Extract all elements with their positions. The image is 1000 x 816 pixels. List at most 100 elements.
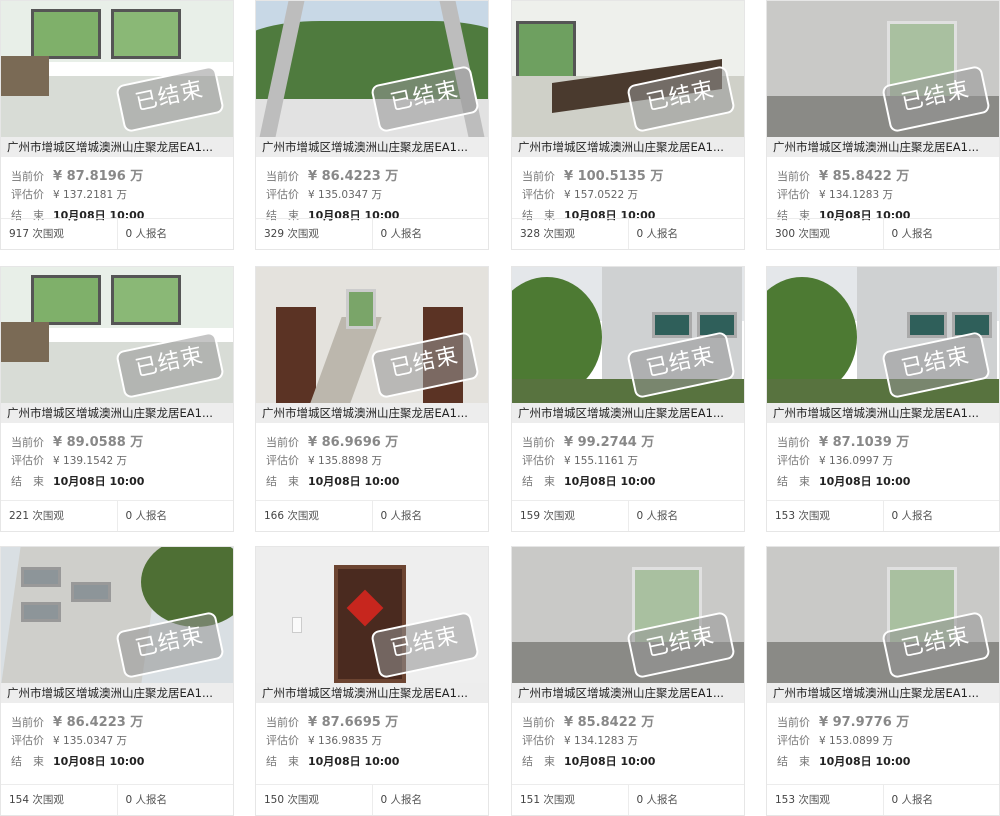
listing-photo[interactable]: 已结束 <box>256 1 488 137</box>
estimate-price: ¥ 139.1542 万 <box>53 455 127 467</box>
signups-count: 0 人报名 <box>882 785 1000 815</box>
listing-title[interactable]: 广州市增城区增城澳洲山庄聚龙居EA1... <box>1 683 233 703</box>
listing-card[interactable]: 已结束 广州市增城区增城澳洲山庄聚龙居EA1... 当前价 ¥ 100.5135 万评… <box>511 0 745 250</box>
current-price: ¥ 86.9696 万 <box>308 435 399 450</box>
listing-card[interactable]: 已结束 广州市增城区增城澳洲山庄聚龙居EA1... 当前价 ¥ 85.8422 万评估… <box>766 0 1000 250</box>
listing-card[interactable]: 已结束 广州市增城区增城澳洲山庄聚龙居EA1... 当前价 ¥ 86.4223 万评估… <box>0 546 234 816</box>
current-price: ¥ 87.1039 万 <box>819 435 910 450</box>
current-price: ¥ 86.4223 万 <box>53 715 144 730</box>
listing-photo[interactable]: 已结束 <box>1 547 233 683</box>
listing-card[interactable]: 已结束 广州市增城区增城澳洲山庄聚龙居EA1... 当前价 ¥ 86.4223 万评估… <box>255 0 489 250</box>
current-price-label: 当前价 <box>777 170 810 183</box>
end-time: 10月08日 10:00 <box>819 755 911 768</box>
estimate-label: 评估价 <box>522 188 555 201</box>
listing-title[interactable]: 广州市增城区增城澳洲山庄聚龙居EA1... <box>1 403 233 423</box>
listing-photo[interactable]: 已结束 <box>1 267 233 403</box>
listing-card[interactable]: 已结束 广州市增城区增城澳洲山庄聚龙居EA1... 当前价 ¥ 87.1039 万评估… <box>766 266 1000 532</box>
listing-title[interactable]: 广州市增城区增城澳洲山庄聚龙居EA1... <box>767 683 999 703</box>
listing-card[interactable]: 已结束 广州市增城区增城澳洲山庄聚龙居EA1... 当前价 ¥ 87.8196 万评估… <box>0 0 234 250</box>
listing-card[interactable]: 已结束 广州市增城区增城澳洲山庄聚龙居EA1... 当前价 ¥ 85.8422 万评估… <box>511 546 745 816</box>
end-label: 结 束 <box>266 475 299 488</box>
listing-card[interactable]: 已结束 广州市增城区增城澳洲山庄聚龙居EA1... 当前价 ¥ 87.6695 万评估… <box>255 546 489 816</box>
listing-photo[interactable]: 已结束 <box>512 267 744 403</box>
current-price: ¥ 99.2744 万 <box>564 435 655 450</box>
current-price-label: 当前价 <box>266 436 299 449</box>
estimate-price: ¥ 136.0997 万 <box>819 455 893 467</box>
signups-count: 0 人报名 <box>882 501 1000 531</box>
signups-count: 0 人报名 <box>371 219 489 249</box>
estimate-label: 评估价 <box>266 734 299 747</box>
estimate-price: ¥ 155.1161 万 <box>564 455 638 467</box>
estimate-label: 评估价 <box>777 454 810 467</box>
listing-card[interactable]: 已结束 广州市增城区增城澳洲山庄聚龙居EA1... 当前价 ¥ 89.0588 万评估… <box>0 266 234 532</box>
listing-card[interactable]: 已结束 广州市增城区增城澳洲山庄聚龙居EA1... 当前价 ¥ 97.9776 万评估… <box>766 546 1000 816</box>
listing-title[interactable]: 广州市增城区增城澳洲山庄聚龙居EA1... <box>767 403 999 423</box>
views-count: 153 次围观 <box>775 794 830 806</box>
end-time: 10月08日 10:00 <box>308 755 400 768</box>
estimate-price: ¥ 136.9835 万 <box>308 735 382 747</box>
current-price: ¥ 85.8422 万 <box>564 715 655 730</box>
estimate-price: ¥ 135.0347 万 <box>308 189 382 201</box>
listing-photo[interactable]: 已结束 <box>256 547 488 683</box>
listing-card[interactable]: 已结束 广州市增城区增城澳洲山庄聚龙居EA1... 当前价 ¥ 86.9696 万评估… <box>255 266 489 532</box>
estimate-price: ¥ 134.1283 万 <box>564 735 638 747</box>
listing-title[interactable]: 广州市增城区增城澳洲山庄聚龙居EA1... <box>256 683 488 703</box>
listing-photo[interactable]: 已结束 <box>512 547 744 683</box>
end-time: 10月08日 10:00 <box>308 475 400 488</box>
end-label: 结 束 <box>777 475 810 488</box>
signups-count: 0 人报名 <box>627 501 745 531</box>
estimate-label: 评估价 <box>266 454 299 467</box>
end-label: 结 束 <box>777 755 810 768</box>
current-price-label: 当前价 <box>266 716 299 729</box>
views-count: 328 次围观 <box>520 228 575 240</box>
views-count: 221 次围观 <box>9 510 64 522</box>
listing-title[interactable]: 广州市增城区增城澳洲山庄聚龙居EA1... <box>767 137 999 157</box>
current-price-label: 当前价 <box>777 436 810 449</box>
current-price: ¥ 89.0588 万 <box>53 435 144 450</box>
estimate-price: ¥ 137.2181 万 <box>53 189 127 201</box>
end-time: 10月08日 10:00 <box>819 475 911 488</box>
estimate-label: 评估价 <box>266 188 299 201</box>
listing-title[interactable]: 广州市增城区增城澳洲山庄聚龙居EA1... <box>512 137 744 157</box>
listing-title[interactable]: 广州市增城区增城澳洲山庄聚龙居EA1... <box>512 683 744 703</box>
end-time: 10月08日 10:00 <box>564 475 656 488</box>
current-price: ¥ 87.8196 万 <box>53 169 144 184</box>
current-price-label: 当前价 <box>266 170 299 183</box>
listing-photo[interactable]: 已结束 <box>1 1 233 137</box>
listing-title[interactable]: 广州市增城区增城澳洲山庄聚龙居EA1... <box>256 137 488 157</box>
estimate-label: 评估价 <box>522 454 555 467</box>
listing-title[interactable]: 广州市增城区增城澳洲山庄聚龙居EA1... <box>1 137 233 157</box>
listing-card[interactable]: 已结束 广州市增城区增城澳洲山庄聚龙居EA1... 当前价 ¥ 99.2744 万评估… <box>511 266 745 532</box>
listing-photo[interactable]: 已结束 <box>512 1 744 137</box>
views-count: 153 次围观 <box>775 510 830 522</box>
listing-title[interactable]: 广州市增城区增城澳洲山庄聚龙居EA1... <box>512 403 744 423</box>
listing-photo[interactable]: 已结束 <box>767 547 999 683</box>
estimate-price: ¥ 134.1283 万 <box>819 189 893 201</box>
end-label: 结 束 <box>11 475 44 488</box>
signups-count: 0 人报名 <box>116 501 234 531</box>
estimate-price: ¥ 157.0522 万 <box>564 189 638 201</box>
current-price-label: 当前价 <box>11 436 44 449</box>
listing-photo[interactable]: 已结束 <box>256 267 488 403</box>
views-count: 917 次围观 <box>9 228 64 240</box>
current-price-label: 当前价 <box>522 716 555 729</box>
current-price: ¥ 97.9776 万 <box>819 715 910 730</box>
signups-count: 0 人报名 <box>116 785 234 815</box>
current-price-label: 当前价 <box>522 436 555 449</box>
estimate-label: 评估价 <box>777 188 810 201</box>
current-price: ¥ 87.6695 万 <box>308 715 399 730</box>
listing-title[interactable]: 广州市增城区增城澳洲山庄聚龙居EA1... <box>256 403 488 423</box>
views-count: 166 次围观 <box>264 510 319 522</box>
listing-photo[interactable]: 已结束 <box>767 1 999 137</box>
current-price-label: 当前价 <box>11 170 44 183</box>
views-count: 329 次围观 <box>264 228 319 240</box>
end-time: 10月08日 10:00 <box>53 475 145 488</box>
end-label: 结 束 <box>522 755 555 768</box>
signups-count: 0 人报名 <box>627 219 745 249</box>
current-price-label: 当前价 <box>777 716 810 729</box>
current-price: ¥ 86.4223 万 <box>308 169 399 184</box>
views-count: 150 次围观 <box>264 794 319 806</box>
end-label: 结 束 <box>522 475 555 488</box>
listing-photo[interactable]: 已结束 <box>767 267 999 403</box>
estimate-label: 评估价 <box>11 454 44 467</box>
